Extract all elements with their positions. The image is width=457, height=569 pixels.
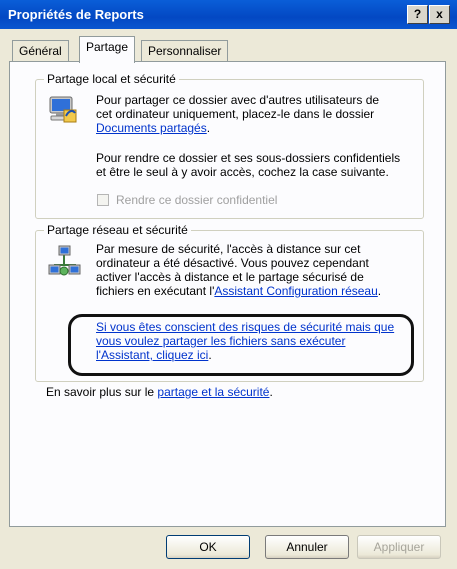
learn-more-prefix: En savoir plus sur le <box>46 385 158 399</box>
tab-panel: Partage local et sécurité Pour partager … <box>9 61 446 527</box>
network-p1-line1: Par mesure de sécurité, l'accès à distan… <box>96 242 361 256</box>
network-p1-line4-pre: fichiers en exécutant l' <box>96 284 215 298</box>
ok-button[interactable]: OK <box>166 535 250 559</box>
local-p1-line1: Pour partager ce dossier avec d'autres u… <box>96 93 380 107</box>
network-computers-icon <box>48 245 81 276</box>
local-paragraph-1: Pour partager ce dossier avec d'autres u… <box>96 93 379 135</box>
local-p1-line2: cet ordinateur uniquement, placez-le dan… <box>96 107 375 121</box>
apply-button[interactable]: Appliquer <box>357 535 441 559</box>
private-folder-label: Rendre ce dossier confidentiel <box>116 193 278 207</box>
tab-partage[interactable]: Partage <box>79 36 136 63</box>
learn-more: En savoir plus sur le partage et la sécu… <box>46 385 273 399</box>
highlight-callout <box>68 314 414 376</box>
window-title: Propriétés de Reports <box>8 7 144 22</box>
local-p2-line1: Pour rendre ce dossier et ses sous-dossi… <box>96 151 401 165</box>
network-paragraph: Par mesure de sécurité, l'accès à distan… <box>96 242 381 298</box>
help-button[interactable]: ? <box>407 5 428 24</box>
network-p1-line2: ordinateur a été désactivé. Vous pouvez … <box>96 256 369 270</box>
local-p1-end: . <box>206 121 211 135</box>
network-sharing-title: Partage réseau et sécurité <box>44 223 191 237</box>
network-p1-line4: fichiers en exécutant l'Assistant Config… <box>96 284 381 298</box>
local-paragraph-2: Pour rendre ce dossier et ses sous-dossi… <box>96 151 400 179</box>
computer-share-icon <box>49 96 77 123</box>
close-button[interactable]: x <box>429 5 450 24</box>
local-p1-line3: Documents partagés. <box>96 121 379 135</box>
partage-securite-link[interactable]: partage et la sécurité <box>157 385 269 399</box>
title-bar[interactable]: Propriétés de Reports ? x <box>0 0 457 29</box>
local-sharing-title: Partage local et sécurité <box>44 72 179 86</box>
learn-more-end: . <box>269 385 273 399</box>
network-p1-end: . <box>377 284 382 298</box>
assistant-configuration-link[interactable]: Assistant Configuration réseau <box>214 284 377 298</box>
network-p1-line3: activer l'accès à distance et le partage… <box>96 270 364 284</box>
tab-personnaliser[interactable]: Personnaliser <box>141 40 229 61</box>
private-folder-checkbox[interactable] <box>97 194 109 206</box>
tab-strip: Général Partage Personnaliser <box>0 34 457 63</box>
documents-partages-link[interactable]: Documents partagés <box>96 121 207 135</box>
tab-general[interactable]: Général <box>12 40 69 61</box>
local-p2-line2: et être le seul à y avoir accès, cochez … <box>96 165 389 179</box>
cancel-button[interactable]: Annuler <box>265 535 349 559</box>
